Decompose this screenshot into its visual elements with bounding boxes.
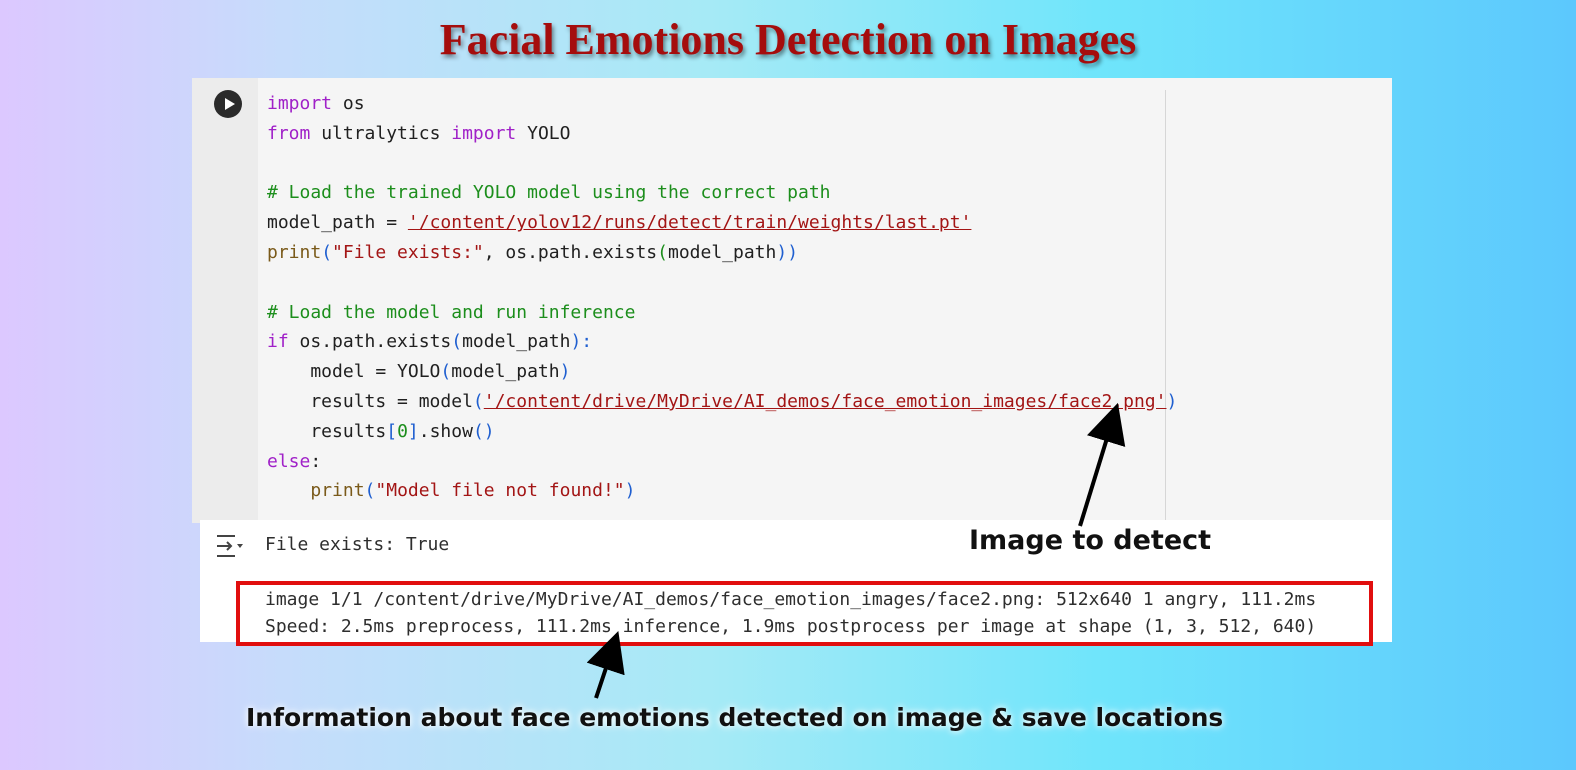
label-image-to-detect: Image to detect (969, 525, 1212, 556)
arrow-to-output-info (586, 631, 625, 699)
label-information: Information about face emotions detected… (246, 703, 1224, 732)
arrow-to-image-path (1078, 402, 1126, 527)
annotation-arrows (586, 402, 1126, 699)
